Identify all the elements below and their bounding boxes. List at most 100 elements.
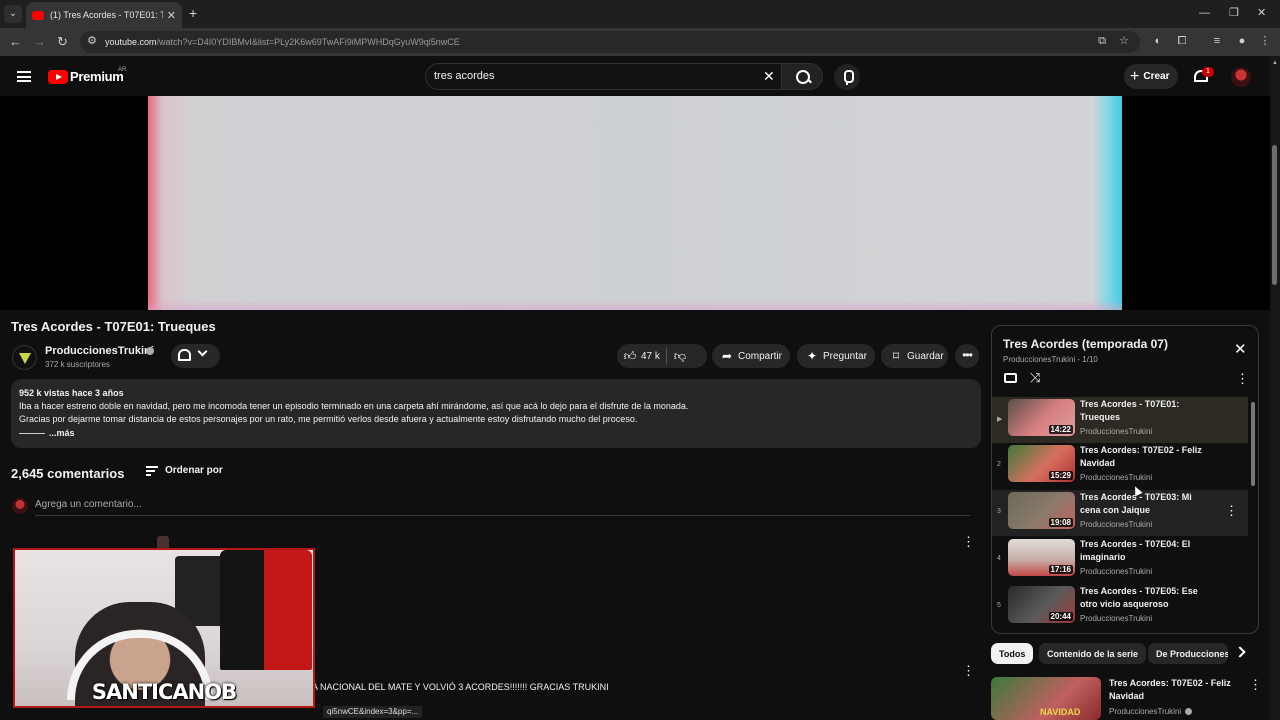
restore-icon[interactable]: ❐	[1229, 7, 1239, 19]
url-text[interactable]: youtube.com/watch?v=D4I0YDIBMvI&list=PLy…	[105, 37, 460, 47]
youtube-logo-icon[interactable]	[48, 70, 68, 84]
chip-series-content[interactable]: Contenido de la serie	[1039, 643, 1147, 664]
video-duration: 20:44	[1048, 612, 1073, 621]
comment-text: A NACIONAL DEL MATE Y VOLVIÓ 3 ACORDES!!…	[312, 682, 609, 692]
site-info-icon[interactable]: ⚙	[86, 35, 98, 47]
thumbs-down-icon[interactable]: 👎︎	[673, 349, 687, 364]
show-more-label: ...más	[49, 428, 75, 438]
channel-name[interactable]: ProduccionesTrukini	[45, 345, 154, 357]
playlist-item-channel: ProduccionesTrukini	[1080, 520, 1153, 529]
forward-icon[interactable]: →	[33, 35, 46, 49]
subscription-bell-icon	[178, 349, 191, 361]
thumbs-up-icon[interactable]: 👍︎	[623, 349, 637, 364]
close-icon[interactable]: ✕	[1234, 342, 1247, 357]
subscriber-count: 372 k suscriptores	[45, 360, 110, 369]
playlist-scroll-thumb[interactable]	[1251, 402, 1255, 486]
reload-icon[interactable]: ↻	[57, 35, 68, 49]
show-more-link[interactable]: ...más	[19, 428, 75, 438]
webcam-jersey	[220, 550, 312, 670]
recommendation-channel[interactable]: ProduccionesTrukini	[1109, 707, 1181, 716]
playlist-item-title[interactable]: Tres Acordes: T07E02 - Feliz Navidad	[1080, 444, 1210, 470]
share-button[interactable]: ➦ Compartir	[712, 344, 790, 368]
shuffle-icon[interactable]: ⤨	[1030, 371, 1040, 385]
url-path: /watch?v=D4I0YDIBMvI&list=PLy2K6w69TwAFi…	[156, 37, 460, 47]
channel-avatar[interactable]	[12, 345, 37, 370]
recommendation-more-icon[interactable]: ⋮	[1249, 678, 1262, 692]
comments-count: 2,645 comentarios	[11, 466, 125, 481]
more-actions-button[interactable]: •••	[955, 344, 979, 368]
playlist-item[interactable]: 5 20:44 Tres Acordes - T07E05: Ese otro …	[992, 584, 1248, 630]
playlist-item-channel: ProduccionesTrukini	[1080, 567, 1153, 576]
sort-button[interactable]: Ordenar por	[165, 465, 223, 476]
share-label: Compartir	[738, 350, 782, 362]
browser-menu-icon[interactable]: ⋮	[1259, 35, 1271, 47]
minimize-icon[interactable]: —	[1199, 7, 1210, 19]
playlist-item-title[interactable]: Tres Acordes - T07E03: Mi cena con Jaiqu…	[1080, 491, 1210, 517]
description-line: Iba a hacer estreno doble en navidad, pe…	[19, 401, 689, 411]
like-dislike-group: 👍︎ 47 k 👎︎	[617, 344, 707, 368]
playlist-item[interactable]: 3 19:08 Tres Acordes - T07E03: Mi cena c…	[992, 490, 1248, 536]
comment-more-icon[interactable]: ⋮	[962, 664, 975, 678]
create-button[interactable]: + Crear	[1124, 64, 1178, 89]
comment-input[interactable]: Agrega un comentario...	[35, 499, 142, 510]
tab-close-icon[interactable]: ✕	[167, 9, 176, 22]
recommendation-title[interactable]: Tres Acordes: T07E02 - Feliz Navidad	[1109, 677, 1239, 703]
comment-input-underline	[35, 515, 970, 516]
playlist-item-index: 5	[997, 602, 1001, 609]
video-duration: 14:22	[1048, 425, 1073, 434]
playlist-item[interactable]: 4 17:16 Tres Acordes - T07E04: El imagin…	[992, 537, 1248, 583]
logo-text[interactable]: Premium	[70, 69, 124, 84]
video-thumbnail[interactable]: 20:44	[1008, 586, 1075, 623]
install-app-icon[interactable]: ⧉	[1096, 35, 1108, 47]
video-frame[interactable]	[148, 96, 1122, 310]
video-thumbnail[interactable]: 15:29	[1008, 445, 1075, 482]
divider	[665, 348, 667, 364]
notification-count-badge: 1	[1202, 67, 1214, 77]
clear-search-icon[interactable]: ✕	[763, 68, 775, 84]
ask-button[interactable]: ✦ Preguntar	[797, 344, 875, 368]
bookmark-star-icon[interactable]: ☆	[1118, 35, 1130, 47]
video-duration: 17:16	[1048, 565, 1073, 574]
tab-search-button[interactable]: ⌄	[4, 5, 22, 23]
playlist-item-channel: ProduccionesTrukini	[1080, 427, 1153, 436]
tab-title: (1) Tres Acordes - T07E01: Trueques	[50, 10, 163, 20]
media-control-icon[interactable]: ≡	[1211, 35, 1223, 47]
chip-all[interactable]: Todos	[991, 643, 1034, 664]
search-button[interactable]	[781, 63, 823, 90]
sort-icon[interactable]	[146, 466, 158, 476]
playlist-item[interactable]: ▶ 14:22 Tres Acordes - T07E01: Trueques …	[992, 397, 1248, 443]
save-button[interactable]: ⌑ Guardar	[881, 344, 948, 368]
like-count[interactable]: 47 k	[641, 351, 660, 362]
browser-tab[interactable]: (1) Tres Acordes - T07E01: Trueques ✕	[26, 2, 182, 28]
video-thumbnail[interactable]: 14:22	[1008, 399, 1075, 436]
page-scroll-thumb[interactable]	[1272, 145, 1277, 285]
playlist-item-title[interactable]: Tres Acordes - T07E01: Trueques	[1080, 398, 1210, 424]
thumbnail-caption: NAVIDAD	[1040, 707, 1081, 717]
comment-more-icon[interactable]: ⋮	[962, 535, 975, 549]
hamburger-icon[interactable]	[17, 71, 31, 82]
playlist-more-icon[interactable]: ⋮	[1236, 372, 1249, 386]
search-input[interactable]	[434, 70, 734, 82]
profile-icon[interactable]: ●	[1236, 35, 1248, 47]
window-close-icon[interactable]: ✕	[1257, 7, 1266, 19]
chevron-right-icon[interactable]	[1234, 646, 1246, 658]
back-icon[interactable]: ←	[9, 35, 22, 49]
playlist-title[interactable]: Tres Acordes (temporada 07)	[1003, 337, 1168, 351]
new-tab-button[interactable]: +	[189, 6, 197, 20]
description-line: Gracias por dejarme tomar distancia de e…	[19, 414, 638, 424]
playlist-item-more-icon[interactable]: ⋮	[1225, 504, 1238, 518]
extensions-puzzle-icon[interactable]: ⧠	[1176, 35, 1188, 47]
chip-from-channel[interactable]: De Producciones	[1148, 643, 1228, 664]
video-thumbnail[interactable]: 17:16	[1008, 539, 1075, 576]
playlist-item-title[interactable]: Tres Acordes - T07E05: Ese otro vicio as…	[1080, 585, 1210, 611]
extension-icon[interactable]: ◐	[1152, 35, 1164, 47]
playlist-item[interactable]: 2 15:29 Tres Acordes: T07E02 - Feliz Nav…	[992, 443, 1248, 489]
video-thumbnail[interactable]: 19:08	[1008, 492, 1075, 529]
mic-button[interactable]	[834, 64, 860, 90]
playlist-subtitle[interactable]: ProduccionesTrukini - 1/10	[1003, 355, 1098, 364]
scroll-up-arrow-icon[interactable]: ▲	[1272, 60, 1278, 66]
ask-label: Preguntar	[823, 350, 867, 362]
loop-icon[interactable]	[1004, 373, 1017, 383]
account-avatar[interactable]	[1231, 67, 1251, 87]
playlist-item-title[interactable]: Tres Acordes - T07E04: El imaginario	[1080, 538, 1210, 564]
